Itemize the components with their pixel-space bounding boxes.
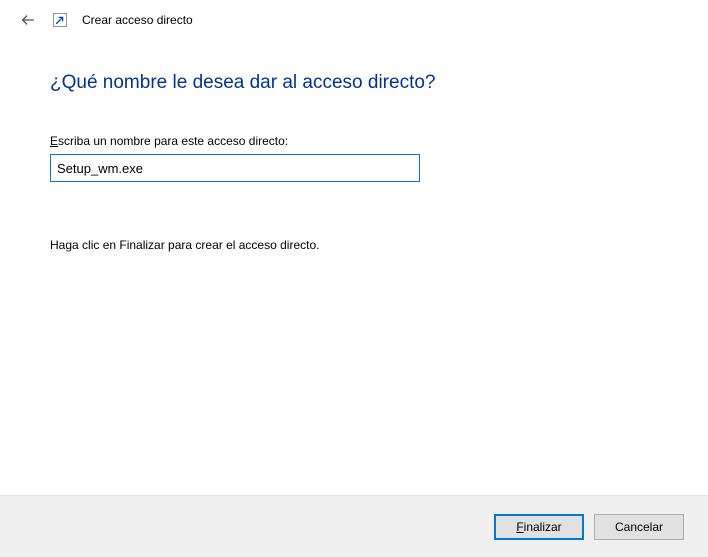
label-text: scriba un nombre para este acceso direct… [58,134,288,148]
page-heading: ¿Qué nombre le desea dar al acceso direc… [50,72,678,94]
shortcut-overlay-icon [52,12,68,28]
wizard-header: Crear acceso directo [0,0,708,40]
shortcut-name-input[interactable] [50,154,420,182]
create-shortcut-wizard: Crear acceso directo ¿Qué nombre le dese… [0,0,708,557]
finish-label-rest: inalizar [524,520,562,534]
label-access-key: E [50,134,58,148]
finish-hint: Haga clic en Finalizar para crear el acc… [50,238,678,252]
finish-access-key: F [516,520,523,534]
cancel-button[interactable]: Cancelar [594,514,684,540]
back-arrow-icon[interactable] [18,10,38,30]
wizard-content: ¿Qué nombre le desea dar al acceso direc… [50,62,678,252]
finish-button[interactable]: Finalizar [494,514,584,540]
wizard-footer: Finalizar Cancelar [0,495,708,557]
name-input-label: Escriba un nombre para este acceso direc… [50,134,678,148]
wizard-title: Crear acceso directo [82,13,193,27]
